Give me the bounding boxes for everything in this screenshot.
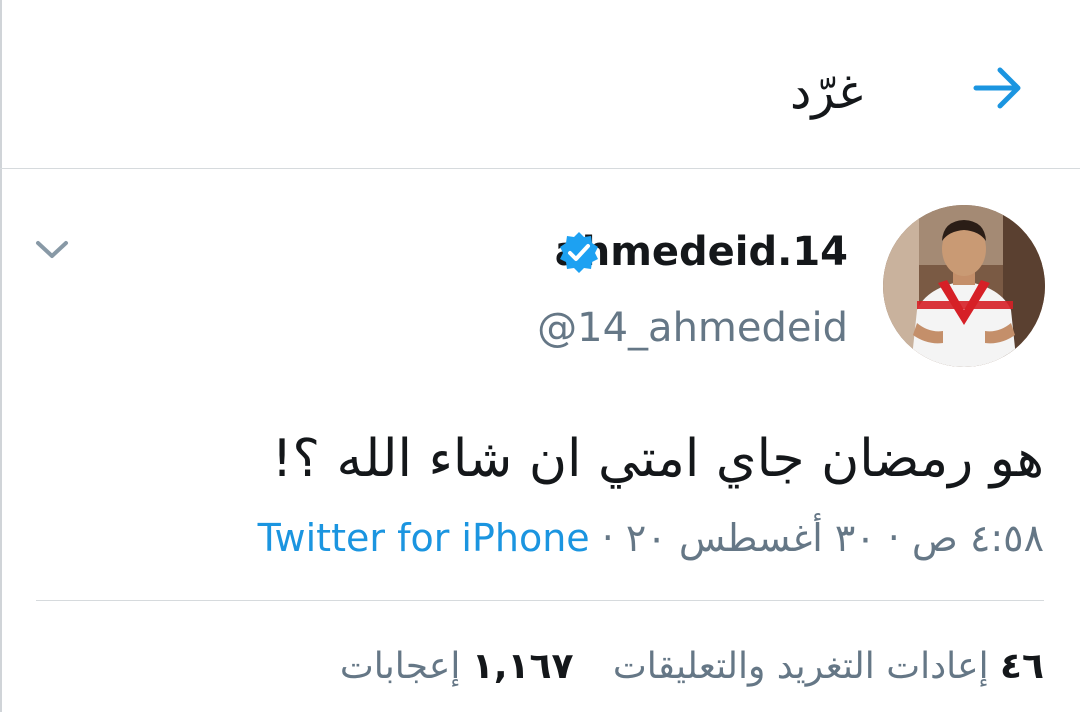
retweets-stat[interactable]: ٤٦ إعادات التغريد والتعليقات xyxy=(613,642,1044,692)
avatar[interactable] xyxy=(883,205,1045,367)
page-title: غرّد xyxy=(790,64,863,120)
likes-count: ١,١٦٧ xyxy=(471,646,574,687)
avatar-photo xyxy=(883,205,1045,367)
tweet-timestamp[interactable]: ٤:٥٨ ص · ٣٠ أغسطس ٢٠ xyxy=(626,516,1044,560)
tweet-text: هو رمضان جاي امتي ان شاء الله ؟! xyxy=(271,429,1044,489)
arrow-right-icon xyxy=(973,67,1021,109)
divider xyxy=(36,600,1044,601)
tweet-meta: ٤:٥٨ ص · ٣٠ أغسطس ٢٠ · Twitter for iPhon… xyxy=(258,512,1044,564)
retweets-count: ٤٦ xyxy=(1000,646,1044,687)
meta-separator: · xyxy=(589,516,626,560)
likes-stat[interactable]: ١,١٦٧ إعجابات xyxy=(340,642,574,692)
back-button[interactable] xyxy=(968,58,1028,118)
header-bar: غرّد xyxy=(0,0,1080,169)
retweets-label: إعادات التغريد والتعليقات xyxy=(612,646,989,687)
likes-label: إعجابات xyxy=(339,646,461,687)
user-handle[interactable]: @14_ahmedeid xyxy=(537,302,848,354)
chevron-down-icon xyxy=(36,241,68,258)
tweet-stats: ٤٦ إعادات التغريد والتعليقات ١,١٦٧ إعجاب… xyxy=(340,642,1044,692)
verified-badge-icon xyxy=(560,232,598,273)
tweet-source-link[interactable]: Twitter for iPhone xyxy=(258,516,590,560)
tweet-options-button[interactable] xyxy=(30,228,74,272)
